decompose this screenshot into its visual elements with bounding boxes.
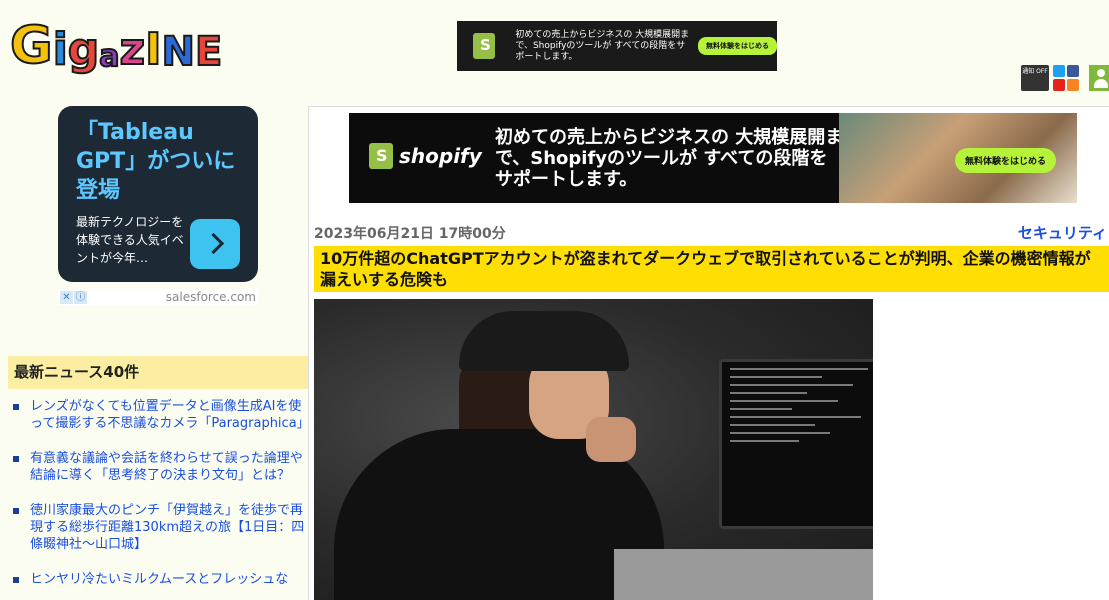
logo-letter: a — [98, 39, 120, 74]
shopify-bag-icon — [473, 33, 496, 59]
shopify-brand: shopify — [399, 144, 482, 168]
rss-icon[interactable] — [1067, 79, 1079, 91]
social-icons — [1053, 65, 1079, 91]
latest-news-heading: 最新ニュース40件 — [8, 356, 308, 389]
sidebar-ad-headline: 「Tableau GPT」がついに登場 — [76, 120, 236, 203]
sidebar-ad-sub: 最新テクノロジーを体験できる人気イベントが今年… — [76, 215, 184, 265]
sidebar-ad[interactable]: 「Tableau GPT」がついに登場 最新テクノロジーを体験できる人気イベント… — [58, 106, 258, 282]
twitter-icon[interactable] — [1053, 65, 1065, 77]
top-banner-copy: 初めての売上からビジネスの 大規模展開まで、Shopifyのツールが すべての段… — [515, 29, 690, 62]
list-item[interactable]: ヒンヤリ冷たいミルクムースとフレッシュな — [8, 571, 308, 588]
logo-letter: z — [119, 24, 147, 75]
main-banner-cta-button[interactable]: 無料体験をはじめる — [955, 148, 1057, 173]
logo-letter: N — [161, 29, 197, 75]
user-icon[interactable] — [1089, 65, 1109, 91]
article-date: 2023年06月21日 17時00分 — [314, 226, 506, 242]
main-banner-copy: 初めての売上からビジネスの 大規模展開まで、Shopifyのツールが すべての段… — [495, 127, 844, 190]
latest-news-list: レンズがなくても位置データと画像生成AIを使って撮影する不思議なカメラ「Para… — [8, 398, 310, 600]
logo-letter: G — [9, 16, 54, 76]
main-banner-ad[interactable]: shopify 初めての売上からビジネスの 大規模展開まで、Shopifyのツー… — [349, 113, 1077, 203]
top-banner-ad[interactable]: 初めての売上からビジネスの 大規模展開まで、Shopifyのツールが すべての段… — [457, 21, 777, 71]
list-item[interactable]: 徳川家康最大のピンチ「伊賀越え」を徒歩で再現する総歩行距離130km超えの旅【1… — [8, 502, 308, 553]
info-icon[interactable]: ⓘ — [74, 290, 87, 304]
close-icon[interactable]: ✕ — [60, 290, 73, 304]
shopify-bag-icon — [369, 143, 393, 169]
youtube-icon[interactable] — [1053, 79, 1065, 91]
list-item[interactable]: 有意義な議論や会話を終わらせて誤った論理や結論に導く「思考終了の決まり文句」とは… — [8, 450, 308, 484]
logo-letter: E — [194, 29, 223, 75]
facebook-icon[interactable] — [1067, 65, 1079, 77]
logo-letter: i — [52, 24, 69, 75]
ad-choices-bar: ✕ ⓘ salesforce.com — [58, 289, 258, 305]
list-item[interactable]: レンズがなくても位置データと画像生成AIを使って撮影する不思議なカメラ「Para… — [8, 398, 310, 432]
logo-letter: I — [144, 24, 162, 75]
monitor-graphic — [719, 359, 873, 529]
ad-source[interactable]: salesforce.com — [166, 290, 256, 304]
gigazine-logo[interactable]: G i g a z I N E — [9, 8, 223, 76]
article-meta: 2023年06月21日 17時00分 セキュリティ — [314, 221, 1107, 243]
logo-letter: g — [67, 24, 100, 75]
top-banner-cta-button[interactable]: 無料体験をはじめる — [698, 37, 777, 55]
header-icons: 通知 OFF — [1021, 65, 1109, 91]
notification-icon[interactable]: 通知 OFF — [1021, 65, 1049, 91]
category-link[interactable]: セキュリティ — [1018, 222, 1107, 243]
main-content: shopify 初めての売上からビジネスの 大規模展開まで、Shopifyのツー… — [308, 106, 1109, 600]
chevron-right-icon[interactable] — [190, 219, 240, 269]
article-hero-image[interactable] — [314, 299, 873, 600]
article-title[interactable]: 10万件超のChatGPTアカウントが盗まれてダークウェブで取引されていることが… — [314, 246, 1109, 292]
